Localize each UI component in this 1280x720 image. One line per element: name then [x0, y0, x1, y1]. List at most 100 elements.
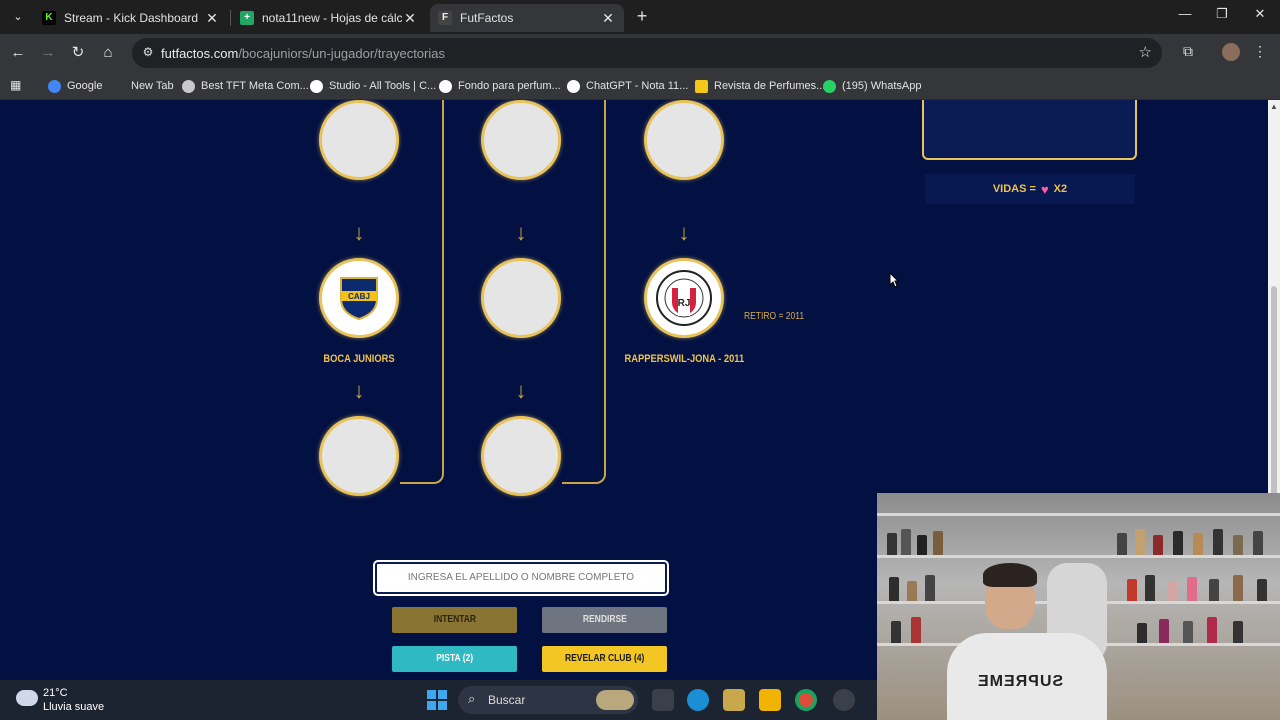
tab-search-chevron-icon[interactable]: ⌄	[8, 7, 28, 27]
minimize-icon[interactable]: —	[1175, 6, 1195, 21]
edge-icon[interactable]	[687, 689, 709, 711]
forward-icon[interactable]: →	[38, 43, 58, 63]
tab-separator	[230, 10, 231, 26]
bookmark-fondo[interactable]: Fondo para perfum...	[439, 77, 561, 95]
bookmark-google[interactable]: Google	[48, 77, 102, 95]
extensions-icon[interactable]: ⧉	[1178, 43, 1198, 60]
reveal-club-button[interactable]: REVELAR CLUB (4)	[542, 646, 667, 672]
kick-icon: K	[42, 11, 56, 25]
windows-start-icon[interactable]	[427, 690, 447, 710]
bookmark-whatsapp[interactable]: (195) WhatsApp	[823, 77, 921, 95]
hint-button[interactable]: PISTA (2)	[392, 646, 517, 672]
club-name-rapperswil: RAPPERSWIL-JONA - 2011	[624, 353, 745, 365]
svg-text:CABJ: CABJ	[348, 292, 370, 301]
rapperswil-jona-crest-icon: RJ	[656, 270, 712, 326]
lives-label: VIDAS =	[992, 183, 1036, 195]
search-highlight-image	[596, 690, 634, 710]
tab-futfactos[interactable]: F FutFactos ✕	[430, 4, 624, 32]
club-slot-empty	[644, 100, 724, 180]
bookmark-chatgpt[interactable]: ChatGPT - Nota 11...	[567, 77, 688, 95]
down-arrow-icon: ↓	[353, 378, 365, 403]
google-icon	[48, 79, 61, 93]
down-arrow-icon: ↓	[515, 220, 527, 245]
league-of-legends-icon[interactable]	[723, 689, 745, 711]
close-tab-icon[interactable]: ✕	[600, 10, 616, 27]
chatgpt-icon	[439, 79, 452, 93]
tft-icon	[182, 79, 195, 93]
close-window-icon[interactable]: ✕	[1250, 6, 1270, 22]
down-arrow-icon: ↓	[515, 378, 527, 403]
try-button[interactable]: INTENTAR	[392, 607, 517, 633]
profile-avatar[interactable]	[1222, 43, 1240, 61]
club-slot-empty	[319, 416, 399, 496]
perfume-row	[877, 525, 1280, 555]
tab-title: Stream - Kick Dashboard	[64, 11, 199, 25]
restore-icon[interactable]: ❐	[1212, 6, 1232, 22]
player-guess-input[interactable]: INGRESA EL APELLIDO O NOMBRE COMPLETO	[373, 560, 669, 596]
tab-title: nota11new - Hojas de cálculo d	[262, 11, 402, 25]
club-slot-rapperswil: RJ	[644, 258, 724, 338]
scroll-up-arrow-icon[interactable]: ▲	[1270, 102, 1278, 111]
heart-icon: ♥	[1040, 181, 1049, 197]
menu-kebab-icon[interactable]: ⋮	[1250, 43, 1270, 60]
url-text: futfactos.com/bocajuniors/un-jugador/tra…	[161, 46, 445, 61]
browser-toolbar: ← → ↻ ⌂ ⚙ futfactos.com/bocajuniors/un-j…	[0, 34, 1280, 72]
boca-juniors-crest-icon: CABJ	[340, 277, 378, 321]
reload-icon[interactable]: ↻	[68, 43, 88, 63]
bookmark-tft[interactable]: Best TFT Meta Com...	[182, 77, 309, 95]
shelf	[877, 513, 1280, 516]
club-name-boca: BOCA JUNIORS	[323, 353, 395, 365]
site-info-icon[interactable]: ⚙	[140, 45, 156, 61]
lives-indicator: VIDAS = ♥ X2	[925, 174, 1135, 204]
webcam-overlay: SUPREME	[877, 493, 1280, 720]
shelf	[877, 555, 1280, 558]
path-connector	[400, 100, 444, 484]
tab-bar: ⌄ K Stream - Kick Dashboard ✕ + nota11ne…	[0, 0, 1280, 34]
bookmark-new-tab[interactable]: New Tab	[131, 77, 174, 95]
app-with-badge-icon[interactable]	[833, 689, 855, 711]
path-connector	[562, 100, 606, 484]
streamer-hair	[983, 563, 1037, 587]
back-icon[interactable]: ←	[8, 43, 28, 63]
tab-kick-dashboard[interactable]: K Stream - Kick Dashboard ✕	[34, 4, 228, 32]
club-slot-empty	[481, 416, 561, 496]
weather-temperature[interactable]: 21°C	[43, 687, 68, 699]
weather-cloud-icon[interactable]	[16, 690, 38, 706]
search-icon: ⌕	[468, 691, 476, 706]
retirement-label: RETIRO = 2011	[744, 311, 805, 322]
address-bar[interactable]: ⚙ futfactos.com/bocajuniors/un-jugador/t…	[132, 38, 1162, 68]
bookmark-studio[interactable]: Studio - All Tools | C...	[310, 77, 436, 95]
club-slot-empty	[319, 100, 399, 180]
club-slot-empty	[481, 258, 561, 338]
whatsapp-icon	[823, 79, 836, 93]
bookmark-star-icon[interactable]: ☆	[1139, 43, 1152, 61]
info-panel	[922, 100, 1137, 160]
bookmark-revista[interactable]: Revista de Perfumes...	[695, 77, 825, 95]
club-slot-empty	[481, 100, 561, 180]
weather-description[interactable]: Lluvia suave	[43, 701, 104, 713]
down-arrow-icon: ↓	[353, 220, 365, 245]
tab-title: FutFactos	[460, 11, 514, 25]
chrome-icon[interactable]	[795, 689, 817, 711]
taskbar-search[interactable]: ⌕ Buscar	[458, 686, 638, 714]
bookmark-flag-icon	[695, 79, 708, 93]
futfactos-icon: F	[438, 11, 452, 25]
file-explorer-icon[interactable]	[759, 689, 781, 711]
windows-taskbar: 21°C Lluvia suave ⌕ Buscar	[0, 680, 877, 720]
studio-icon	[310, 79, 323, 93]
new-tab-icon[interactable]: +	[632, 6, 652, 28]
svg-text:RJ: RJ	[678, 298, 691, 309]
bookmarks-bar: ▦ Google New Tab Best TFT Meta Com... St…	[0, 72, 1280, 100]
tab-google-sheets[interactable]: + nota11new - Hojas de cálculo d ✕	[232, 4, 426, 32]
give-up-button[interactable]: RENDIRSE	[542, 607, 667, 633]
apps-grid-icon[interactable]: ▦	[10, 78, 24, 92]
close-tab-icon[interactable]: ✕	[402, 10, 418, 27]
sheets-icon: +	[240, 11, 254, 25]
mouse-cursor-icon	[889, 272, 899, 288]
club-slot-boca: CABJ	[319, 258, 399, 338]
close-tab-icon[interactable]: ✕	[204, 10, 220, 27]
home-icon[interactable]: ⌂	[98, 43, 118, 63]
task-view-icon[interactable]	[652, 689, 674, 711]
chatgpt-icon	[567, 79, 580, 93]
lives-count: X2	[1053, 183, 1068, 195]
